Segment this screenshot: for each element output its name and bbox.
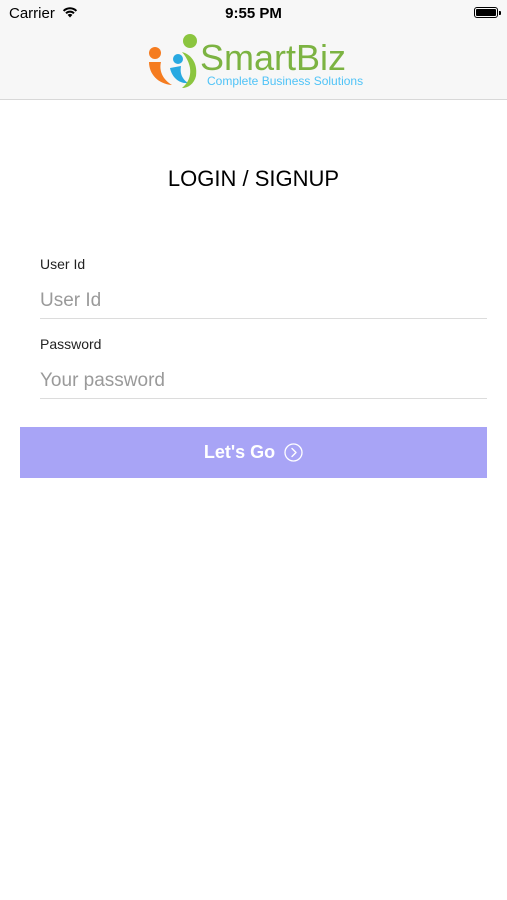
svg-text:SmartBiz: SmartBiz [200,37,346,78]
password-input[interactable] [40,363,487,399]
user-id-input[interactable] [40,283,487,319]
lets-go-label: Let's Go [203,442,276,462]
app-header: SmartBiz Complete Business Solutions [0,28,507,100]
page-title: LOGIN / SIGNUP [167,166,340,191]
chevron-circle-right-icon [284,443,303,462]
status-time: 9:55 PM [225,5,282,22]
battery-icon [474,7,501,18]
smartbiz-logo: SmartBiz Complete Business Solutions [146,32,366,92]
status-bar: Carrier 9:55 PM [0,0,507,28]
svg-text:Complete Business Solutions: Complete Business Solutions [207,74,363,88]
lets-go-button[interactable]: Let's Go [20,427,487,478]
password-label: Password [40,336,102,352]
user-id-label: User Id [40,256,86,272]
login-screen: Carrier 9:55 PM SmartBiz Complete Busine… [0,0,507,900]
